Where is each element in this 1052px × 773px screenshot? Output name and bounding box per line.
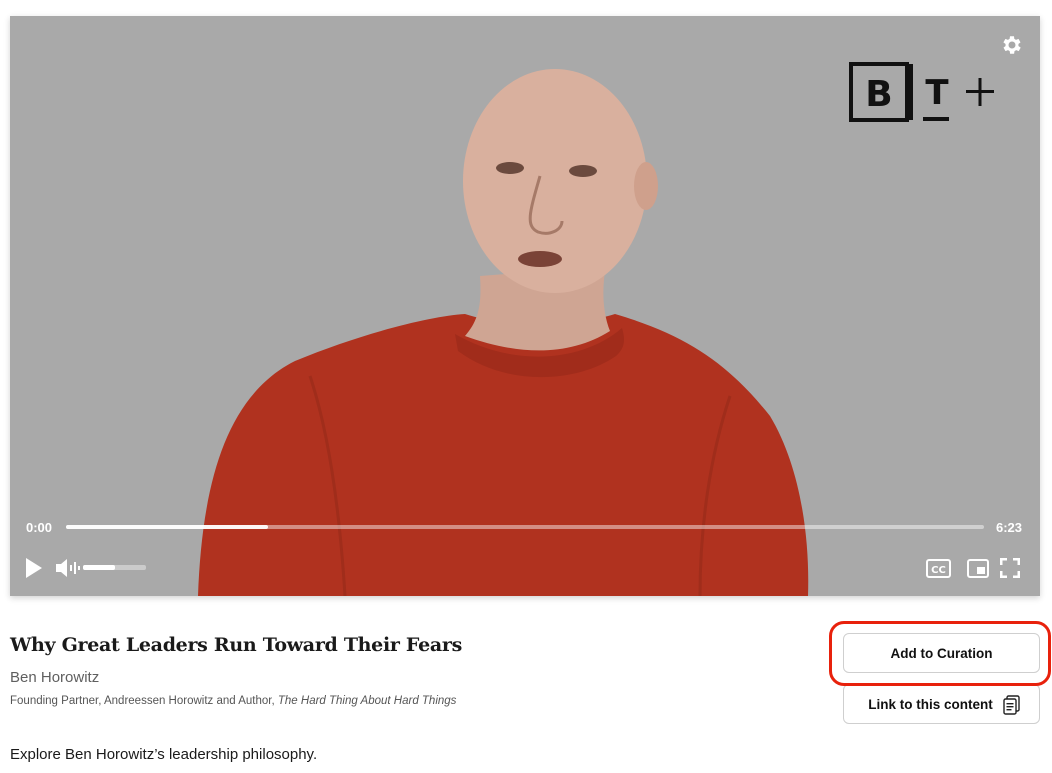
play-icon[interactable]: [24, 557, 44, 579]
video-player[interactable]: B T 0:00 6:23 CC: [10, 16, 1040, 596]
content-title: Why Great Leaders Run Toward Their Fears: [10, 634, 462, 656]
bt-plus-logo: B T: [849, 62, 994, 122]
volume-level: [83, 565, 115, 570]
author-role: Founding Partner, Andreessen Horowitz an…: [10, 695, 456, 707]
svg-text:T: T: [925, 73, 949, 113]
duration-time: 6:23: [996, 520, 1023, 535]
volume-muted-icon[interactable]: [55, 558, 83, 578]
role-text: Founding Partner, Andreessen Horowitz an…: [10, 695, 278, 707]
link-to-content-label: Link to this content: [868, 696, 993, 712]
picture-in-picture-icon[interactable]: [967, 559, 989, 578]
volume-slider[interactable]: [83, 565, 146, 570]
seek-bar[interactable]: [66, 525, 984, 529]
fullscreen-icon[interactable]: [1000, 558, 1020, 578]
svg-text:B: B: [865, 74, 892, 115]
link-to-content-button[interactable]: Link to this content: [843, 684, 1040, 724]
add-to-curation-button[interactable]: Add to Curation: [843, 633, 1040, 673]
current-time: 0:00: [26, 520, 53, 535]
book-title: The Hard Thing About Hard Things: [277, 695, 457, 707]
add-to-curation-label: Add to Curation: [890, 645, 993, 661]
buffered-progress: [66, 525, 268, 529]
svg-text:CC: CC: [931, 565, 946, 576]
settings-gear-icon[interactable]: [1000, 33, 1024, 57]
clipboard-icon: [1003, 695, 1020, 715]
content-description: Explore Ben Horowitz’s leadership philos…: [10, 746, 318, 763]
closed-captions-icon[interactable]: CC: [926, 559, 951, 578]
author-name: Ben Horowitz: [10, 669, 100, 686]
